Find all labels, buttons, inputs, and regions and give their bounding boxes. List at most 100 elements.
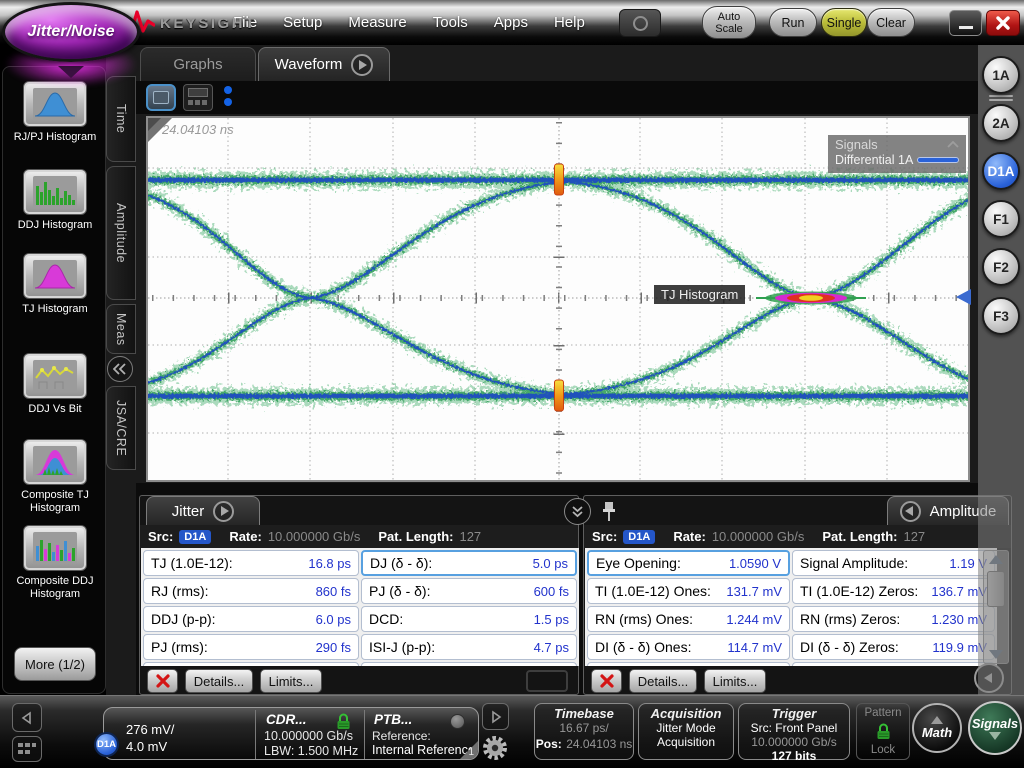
measurement-cell[interactable]: RN (rms) Zeros: 1.230 mV [792, 606, 995, 632]
sidebar-item-rjpj-histogram[interactable]: RJ/PJ Histogram [3, 81, 107, 144]
channel-button-f3[interactable]: F3 [982, 297, 1020, 335]
measurement-cell[interactable]: RJ (rms): 860 fs [143, 578, 359, 604]
next-arrow-icon[interactable] [482, 703, 509, 730]
tab-amplitude-side[interactable]: Amplitude [106, 166, 136, 300]
timebase-position-label: 24.04103 ns [162, 122, 234, 137]
math-button[interactable]: Math [912, 703, 962, 753]
sidebar-item-composite-ddj-histogram[interactable]: Composite DDJ Histogram [3, 525, 107, 601]
play-icon[interactable] [351, 53, 374, 76]
collapse-chevrons-icon[interactable] [107, 356, 133, 382]
cdr-title[interactable]: CDR... [266, 712, 307, 727]
channel-button-f1[interactable]: F1 [982, 200, 1020, 238]
sidebar-item-ddj-histogram[interactable]: DDJ Histogram [3, 169, 107, 232]
prev-arrow-icon[interactable] [12, 703, 42, 732]
math-up-icon[interactable] [931, 716, 943, 724]
tiles-icon[interactable] [12, 736, 42, 762]
acquisition-panel[interactable]: Acquisition Jitter Mode Acquisition [638, 703, 734, 760]
signals-down-icon[interactable] [989, 732, 1001, 740]
camera-icon[interactable] [619, 9, 661, 37]
app-logo[interactable]: Jitter/Noise [2, 2, 140, 62]
measurement-cell[interactable]: DJ (δ - δ): 5.0 ps [361, 550, 577, 576]
channel-button-2a[interactable]: 2A [982, 104, 1020, 142]
details-button[interactable]: Details... [629, 669, 697, 693]
layout-split-icon[interactable] [183, 84, 213, 111]
channel-status-panel[interactable]: D1A 276 mV/ 4.0 mV CDR... 10.000000 Gb/s… [94, 707, 479, 760]
play-icon[interactable] [213, 500, 235, 522]
menu-apps[interactable]: Apps [494, 14, 528, 31]
tab-waveform[interactable]: Waveform [258, 47, 390, 81]
signals-legend[interactable]: Signals Differential 1A [828, 135, 966, 173]
pattern-lock-panel[interactable]: Pattern Lock [856, 703, 910, 760]
gear-icon[interactable] [478, 732, 511, 764]
marker-arrow-icon[interactable] [956, 289, 971, 305]
run-button[interactable]: Run [769, 8, 817, 37]
signals-button[interactable]: Signals [968, 701, 1022, 755]
waveform-toolbar [136, 81, 978, 114]
grip-handle[interactable] [989, 95, 1013, 97]
menu-help[interactable]: Help [554, 14, 585, 31]
led-icon [450, 714, 465, 729]
measurement-cell[interactable]: DI (δ - δ) Ones: 114.7 mV [587, 634, 790, 660]
sidebar-item-composite-tj-histogram[interactable]: Composite TJ Histogram [3, 439, 107, 515]
sidebar-item-tj-histogram[interactable]: TJ Histogram [3, 253, 107, 316]
clear-x-icon[interactable] [147, 669, 178, 693]
channel-scale: 276 mV/ [126, 722, 175, 737]
tj-histogram-label[interactable]: TJ Histogram [654, 285, 746, 304]
details-button[interactable]: Details... [185, 669, 253, 693]
measurement-cell[interactable]: TI (1.0E-12) Ones: 131.7 mV [587, 578, 790, 604]
ptb-title[interactable]: PTB... [374, 712, 412, 727]
tab-jitter[interactable]: Jitter [146, 496, 260, 525]
trigger-panel[interactable]: Trigger Src: Front Panel 10.000000 Gb/s … [738, 703, 850, 763]
layout-single-icon[interactable] [146, 84, 176, 111]
channel-button-1a[interactable]: 1A [982, 56, 1020, 94]
tab-time[interactable]: Time [106, 76, 136, 162]
sidebar-item-ddj-vs-bit[interactable]: DDJ Vs Bit [3, 353, 107, 416]
measurement-cell[interactable]: PJ (δ - δ): 600 fs [361, 578, 577, 604]
measurement-cell[interactable]: RN (rms) Ones: 1.244 mV [587, 606, 790, 632]
channel-button-d1a[interactable]: D1A [982, 152, 1020, 190]
channel-button-f2[interactable]: F2 [982, 248, 1020, 286]
minimize-icon[interactable] [949, 10, 982, 36]
measurement-cell[interactable]: Signal Amplitude: 1.19 V [792, 550, 995, 576]
channel-strip: 1A 2A D1A F1 F2 F3 [978, 45, 1024, 695]
measurement-cell[interactable]: DDJ (p-p): 6.0 ps [143, 606, 359, 632]
ddj-vs-bit-icon [23, 353, 87, 399]
clear-x-icon[interactable] [591, 669, 622, 693]
menu-tools[interactable]: Tools [433, 14, 468, 31]
pin-icon[interactable] [602, 500, 616, 527]
ptb-index: 1 [468, 747, 474, 758]
auto-scale-button[interactable]: Auto Scale [702, 6, 756, 39]
back-icon[interactable] [899, 500, 921, 522]
channel-badge[interactable]: D1A [94, 732, 119, 757]
jitter-measurements: TJ (1.0E-12): 16.8 ps DJ (δ - δ): 5.0 ps R… [141, 548, 579, 666]
status-bar: D1A 276 mV/ 4.0 mV CDR... 10.000000 Gb/s… [0, 695, 1024, 768]
measurement-cell[interactable]: ISI-J (p-p): 4.7 ps [361, 634, 577, 660]
measurement-cell[interactable]: DI (δ - δ) Zeros: 119.9 mV [792, 634, 995, 660]
chevrons-down-icon[interactable] [564, 498, 591, 525]
waveform-plot[interactable]: 24.04103 ns Signals Differential 1A TJ H… [87, 116, 1024, 482]
chevron-up-icon[interactable] [947, 141, 959, 148]
amplitude-measurements: Eye Opening: 1.0590 V Signal Amplitude: 1.… [585, 548, 997, 666]
measurement-cell[interactable]: PJ (rms): 290 fs [143, 634, 359, 660]
jitter-actions: Details... Limits... [140, 666, 578, 696]
close-icon[interactable] [986, 10, 1020, 36]
drag-dots-icon[interactable] [224, 86, 232, 106]
tab-graphs[interactable]: Graphs [140, 47, 256, 81]
measurement-cell[interactable]: TJ (1.0E-12): 16.8 ps [143, 550, 359, 576]
grip-handle[interactable] [989, 99, 1013, 101]
timebase-scale: 16.67 ps/ [559, 721, 609, 735]
limits-button[interactable]: Limits... [704, 669, 766, 693]
tab-jsacre[interactable]: JSA/CRE [106, 386, 136, 470]
more-graphs-button[interactable]: More (1/2) [14, 647, 96, 681]
limits-button[interactable]: Limits... [260, 669, 322, 693]
channel-offset: 4.0 mV [126, 739, 168, 754]
menu-measure[interactable]: Measure [348, 14, 406, 31]
measurement-cell[interactable]: DCD: 1.5 ps [361, 606, 577, 632]
single-button[interactable]: Single [821, 8, 867, 37]
measurement-cell[interactable]: TI (1.0E-12) Zeros: 136.7 mV [792, 578, 995, 604]
clear-button[interactable]: Clear [867, 8, 915, 37]
timebase-panel[interactable]: Timebase 16.67 ps/ Pos: 24.04103 ns [534, 703, 634, 760]
tab-meas[interactable]: Meas [106, 304, 136, 354]
menu-setup[interactable]: Setup [283, 14, 322, 31]
measurement-cell[interactable]: Eye Opening: 1.0590 V [587, 550, 790, 576]
